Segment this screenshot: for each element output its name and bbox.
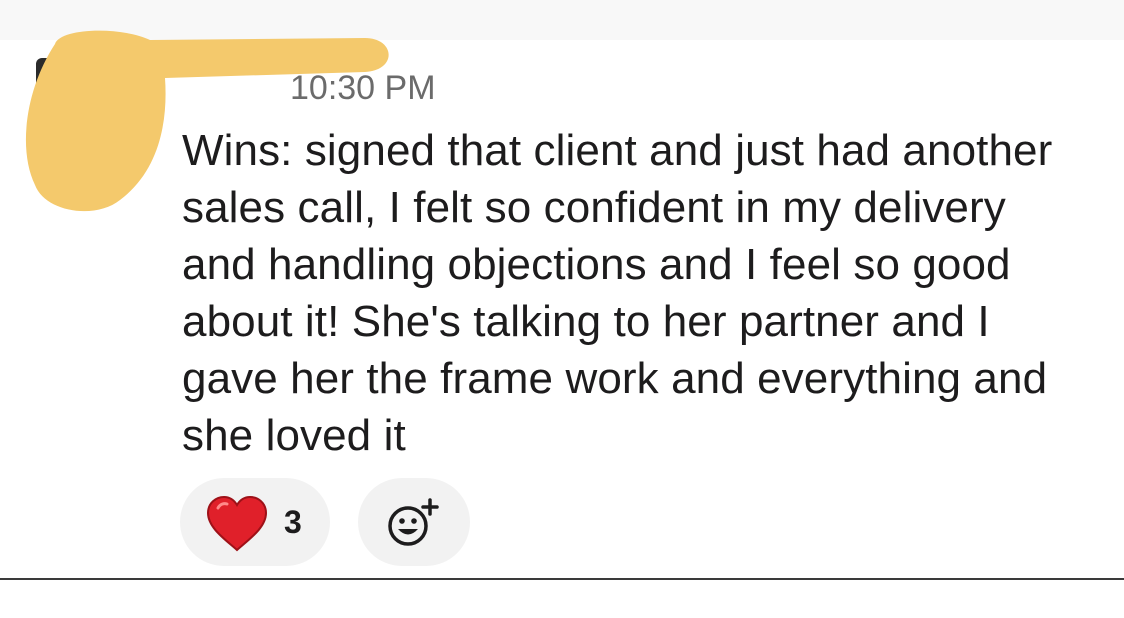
reaction-count: 3 [284,504,302,540]
heart-icon [206,496,268,552]
bottom-area [0,580,1124,618]
message-body: Wins: signed that client and just had an… [182,126,1053,460]
message-timestamp[interactable]: 10:30 PM [290,68,436,108]
add-reaction-button[interactable] [358,478,470,566]
reaction-heart-button[interactable]: 3 [180,478,330,566]
add-reaction-icon [388,498,439,546]
